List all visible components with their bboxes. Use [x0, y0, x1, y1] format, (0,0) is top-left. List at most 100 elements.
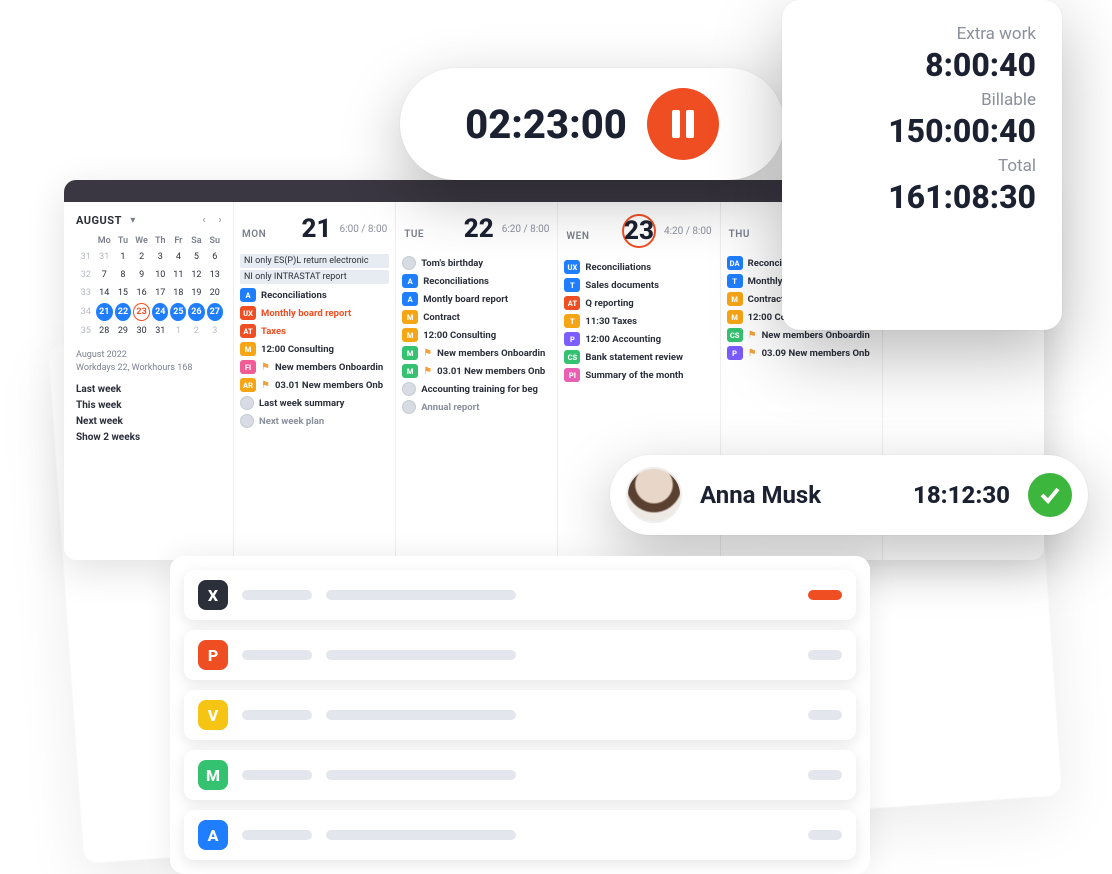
- event-badge: P: [727, 346, 743, 360]
- calendar-day[interactable]: 13: [207, 267, 223, 283]
- calendar-event[interactable]: M12:00 Consulting: [402, 326, 551, 344]
- flag-icon: ⚑: [748, 330, 757, 341]
- event-title: New members Onboardin: [275, 362, 383, 373]
- calendar-day[interactable]: 19: [188, 285, 204, 301]
- quick-range-link[interactable]: This week: [76, 400, 225, 411]
- person-time-pill[interactable]: Anna Musk 18:12:30: [610, 455, 1088, 535]
- timer-pill: 02:23:00: [400, 68, 784, 180]
- calendar-day[interactable]: 9: [133, 267, 150, 283]
- calendar-day[interactable]: 17: [152, 285, 168, 301]
- calendar-day[interactable]: 21: [96, 303, 113, 321]
- calendar-event[interactable]: M⚑03.01 New members Onb: [402, 362, 551, 380]
- calendar-day[interactable]: 28: [96, 323, 113, 339]
- prev-month-icon[interactable]: ‹: [199, 216, 209, 226]
- calendar-day[interactable]: 26: [188, 303, 204, 321]
- next-month-icon[interactable]: ›: [215, 216, 225, 226]
- flag-icon: ⚑: [261, 362, 270, 373]
- calendar-day[interactable]: 2: [188, 323, 204, 339]
- calendar-day[interactable]: 11: [170, 267, 186, 283]
- avatar: [626, 467, 682, 523]
- event-title: 11:30 Taxes: [585, 316, 637, 327]
- calendar-event[interactable]: Tom's birthday: [402, 254, 551, 272]
- calendar-event[interactable]: Annual report: [402, 398, 551, 416]
- mini-calendar[interactable]: MoTuWeThFrSaSu31311234563278910111213331…: [76, 233, 225, 341]
- calendar-day[interactable]: 31: [152, 323, 168, 339]
- day-duration: 6:00 / 8:00: [340, 224, 388, 235]
- event-title: Summary of the month: [585, 370, 683, 381]
- calendar-day[interactable]: 4: [170, 249, 186, 265]
- event-title: Reconciliations: [261, 290, 327, 301]
- calendar-day[interactable]: 29: [115, 323, 131, 339]
- calendar-day[interactable]: 20: [207, 285, 223, 301]
- calendar-day[interactable]: 2: [133, 249, 150, 265]
- calendar-event[interactable]: P⚑03.09 New members Onb: [727, 344, 876, 362]
- calendar-day[interactable]: 14: [96, 285, 113, 301]
- list-item[interactable]: M: [184, 750, 856, 800]
- quick-range-link[interactable]: Next week: [76, 416, 225, 427]
- calendar-event[interactable]: ATQ reporting: [564, 294, 713, 312]
- list-item[interactable]: V: [184, 690, 856, 740]
- person-time: 18:12:30: [913, 481, 1010, 509]
- calendar-event[interactable]: AR⚑03.01 New members Onb: [240, 376, 389, 394]
- calendar-day[interactable]: 8: [115, 267, 131, 283]
- calendar-event[interactable]: MContract: [402, 308, 551, 326]
- calendar-event[interactable]: Last week summary: [240, 394, 389, 412]
- day-of-week: THU: [729, 229, 750, 240]
- calendar-day[interactable]: 6: [207, 249, 223, 265]
- all-day-event[interactable]: NI only INTRASTAT report: [240, 270, 389, 284]
- calendar-event[interactable]: AReconciliations: [240, 286, 389, 304]
- calendar-day[interactable]: 1: [170, 323, 186, 339]
- calendar-event[interactable]: PI Summary of the month: [564, 366, 713, 384]
- calendar-day[interactable]: 5: [188, 249, 204, 265]
- event-badge: PI: [564, 368, 580, 382]
- calendar-day[interactable]: 23: [133, 303, 150, 321]
- calendar-day[interactable]: 1: [115, 249, 131, 265]
- calendar-day[interactable]: 30: [133, 323, 150, 339]
- quick-range-link[interactable]: Last week: [76, 384, 225, 395]
- week-number: 31: [78, 249, 94, 265]
- placeholder-bar: [242, 650, 312, 660]
- pause-button[interactable]: [647, 88, 719, 160]
- calendar-event[interactable]: TSales documents: [564, 276, 713, 294]
- flag-icon: ⚑: [748, 348, 757, 359]
- calendar-event[interactable]: P12:00 Accounting: [564, 330, 713, 348]
- calendar-day[interactable]: 3: [152, 249, 168, 265]
- calendar-event[interactable]: Accounting training for beg: [402, 380, 551, 398]
- calendar-event[interactable]: Next week plan: [240, 412, 389, 430]
- list-item[interactable]: P: [184, 630, 856, 680]
- calendar-event[interactable]: AReconciliations: [402, 272, 551, 290]
- event-title: Accounting training for beg: [421, 384, 538, 395]
- event-badge: M: [402, 328, 418, 342]
- calendar-day[interactable]: 27: [207, 303, 223, 321]
- calendar-event[interactable]: UXReconciliations: [564, 258, 713, 276]
- event-title: Taxes: [261, 326, 286, 337]
- calendar-event[interactable]: AMontly board report: [402, 290, 551, 308]
- calendar-event[interactable]: CSBank statement review: [564, 348, 713, 366]
- calendar-event[interactable]: FI ⚑ New members Onboardin: [240, 358, 389, 376]
- list-item[interactable]: A: [184, 810, 856, 860]
- calendar-day[interactable]: 24: [152, 303, 168, 321]
- calendar-day[interactable]: 25: [170, 303, 186, 321]
- calendar-day[interactable]: 7: [96, 267, 113, 283]
- calendar-day[interactable]: 31: [96, 249, 113, 265]
- all-day-event[interactable]: NI only ES(P)L return electronic: [240, 254, 389, 268]
- calendar-day[interactable]: 22: [115, 303, 131, 321]
- calendar-event[interactable]: T11:30 Taxes: [564, 312, 713, 330]
- event-title: Last week summary: [259, 398, 344, 409]
- flag-icon: ⚑: [261, 380, 270, 391]
- event-title: Monthly board report: [261, 308, 351, 319]
- calendar-day[interactable]: 10: [152, 267, 168, 283]
- calendar-day[interactable]: 12: [188, 267, 204, 283]
- calendar-day[interactable]: 18: [170, 285, 186, 301]
- calendar-day[interactable]: 15: [115, 285, 131, 301]
- calendar-day[interactable]: 3: [207, 323, 223, 339]
- list-item[interactable]: X: [184, 570, 856, 620]
- event-badge: FI: [240, 360, 256, 374]
- month-dropdown-icon[interactable]: ▾: [128, 216, 138, 226]
- calendar-event[interactable]: M12:00 Consulting: [240, 340, 389, 358]
- quick-range-link[interactable]: Show 2 weeks: [76, 432, 225, 443]
- calendar-event[interactable]: ATTaxes: [240, 322, 389, 340]
- calendar-event[interactable]: M⚑New members Onboardin: [402, 344, 551, 362]
- calendar-event[interactable]: UXMonthly board report: [240, 304, 389, 322]
- calendar-day[interactable]: 16: [133, 285, 150, 301]
